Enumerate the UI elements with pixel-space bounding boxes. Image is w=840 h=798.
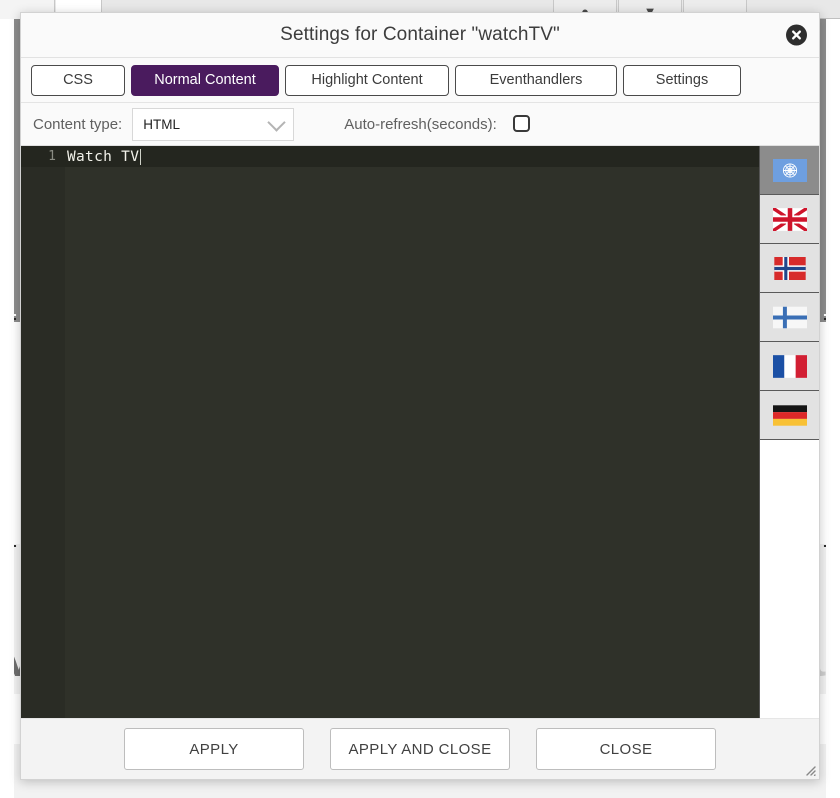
content-type-select[interactable]: HTML [132, 107, 295, 141]
germany-flag-icon [772, 404, 807, 427]
finland-flag-icon [772, 306, 807, 329]
flag-no[interactable] [760, 244, 819, 293]
code-line[interactable]: 1 Watch TV [21, 146, 759, 167]
tab-bar: CSS Normal Content Highlight Content Eve… [21, 58, 819, 103]
flag-fi[interactable] [760, 293, 819, 342]
tab-highlight-content[interactable]: Highlight Content [285, 64, 449, 96]
options-bar: Content type: HTML Auto-refresh(seconds)… [21, 103, 819, 146]
france-flag-icon [772, 354, 807, 378]
flag-panel-empty-area [760, 440, 819, 718]
tab-settings[interactable]: Settings [623, 64, 741, 96]
norway-flag-icon [773, 256, 807, 280]
uk-flag-icon [772, 207, 807, 231]
auto-refresh-label: Auto-refresh(seconds): [344, 115, 497, 133]
page-root: V al ● ▼ ▬ Settings for Container "watch… [0, 0, 840, 798]
text-caret [140, 148, 142, 165]
flag-uk[interactable] [760, 195, 819, 244]
dialog-footer: APPLY APPLY AND CLOSE CLOSE [21, 718, 819, 779]
tab-eventhandlers[interactable]: Eventhandlers [455, 64, 617, 96]
apply-and-close-button[interactable]: APPLY AND CLOSE [330, 728, 510, 770]
settings-dialog: Settings for Container "watchTV" CSS Nor… [20, 12, 820, 780]
close-button[interactable]: CLOSE [536, 728, 716, 770]
apply-button[interactable]: APPLY [124, 728, 304, 770]
flag-de[interactable] [760, 391, 819, 440]
tab-css[interactable]: CSS [31, 64, 125, 96]
dialog-titlebar: Settings for Container "watchTV" [21, 13, 819, 58]
un-flag-icon [772, 158, 807, 182]
editor-gutter [21, 146, 65, 718]
language-flag-panel [759, 146, 819, 718]
line-number: 1 [48, 149, 56, 164]
content-type-label: Content type: [33, 115, 123, 133]
auto-refresh-checkbox[interactable] [512, 114, 530, 132]
flag-fr[interactable] [760, 342, 819, 391]
dialog-title: Settings for Container "watchTV" [280, 24, 560, 45]
line-content: Watch TV [67, 148, 140, 165]
code-editor[interactable]: 1 Watch TV [21, 146, 759, 718]
tab-normal-content[interactable]: Normal Content [131, 64, 279, 96]
chevron-down-icon [267, 113, 286, 132]
flag-un[interactable] [760, 146, 819, 195]
resize-grip-icon[interactable] [803, 763, 816, 777]
content-type-value: HTML [143, 116, 180, 132]
close-icon[interactable] [786, 24, 807, 46]
editor-area: 1 Watch TV [21, 146, 819, 718]
background-right-margin [826, 19, 840, 798]
background-left-margin [0, 19, 14, 798]
